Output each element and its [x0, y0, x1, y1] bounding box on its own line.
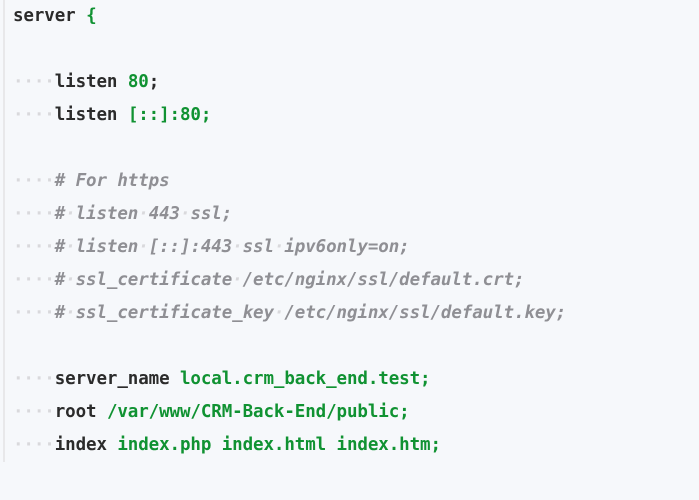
code-line-blank: [13, 33, 699, 66]
comment-listen-ipv6-443: #·listen·[::]:443·ssl·ipv6only=on;: [55, 237, 410, 257]
directive-listen: listen: [55, 105, 118, 125]
code-line-comment: ····#·listen·443·ssl;: [13, 198, 699, 231]
code-line-server: server {: [13, 0, 699, 33]
comment-for-https: # For https: [55, 171, 170, 191]
directive-index: index: [55, 435, 107, 455]
root-value: /var/www/CRM-Back-End/public;: [107, 402, 410, 422]
comment-ssl-cert: #·ssl_certificate·/etc/nginx/ssl/default…: [55, 270, 525, 290]
directive-root: root: [55, 402, 97, 422]
code-line-listen-ipv6: ····listen [::]:80;: [13, 99, 699, 132]
nginx-config-snippet: server { ····listen 80;····listen [::]:8…: [3, 0, 699, 462]
ipv6-port: [::]:80;: [128, 105, 212, 125]
code-line-blank: [13, 330, 699, 363]
code-line-server-name: ····server_name local.crm_back_end.test;: [13, 363, 699, 396]
server-name-value: local.crm_back_end.test;: [180, 369, 430, 389]
code-line-comment: ····#·listen·[::]:443·ssl·ipv6only=on;: [13, 231, 699, 264]
code-line-comment: ····# For https: [13, 165, 699, 198]
comment-ssl-key: #·ssl_certificate_key·/etc/nginx/ssl/def…: [55, 303, 566, 323]
code-line-root: ····root /var/www/CRM-Back-End/public;: [13, 396, 699, 429]
code-line-comment: ····#·ssl_certificate·/etc/nginx/ssl/def…: [13, 264, 699, 297]
brace-open: {: [86, 6, 96, 26]
port-80: 80: [128, 72, 149, 92]
directive-listen: listen: [55, 72, 118, 92]
index-value: index.php index.html index.htm;: [117, 435, 441, 455]
code-line-listen-80: ····listen 80;: [13, 66, 699, 99]
directive-server: server: [13, 6, 76, 26]
code-line-blank: [13, 132, 699, 165]
code-line-index: ····index index.php index.html index.htm…: [13, 429, 699, 462]
comment-listen-443: #·listen·443·ssl;: [55, 204, 232, 224]
code-line-comment: ····#·ssl_certificate_key·/etc/nginx/ssl…: [13, 297, 699, 330]
directive-server-name: server_name: [55, 369, 170, 389]
